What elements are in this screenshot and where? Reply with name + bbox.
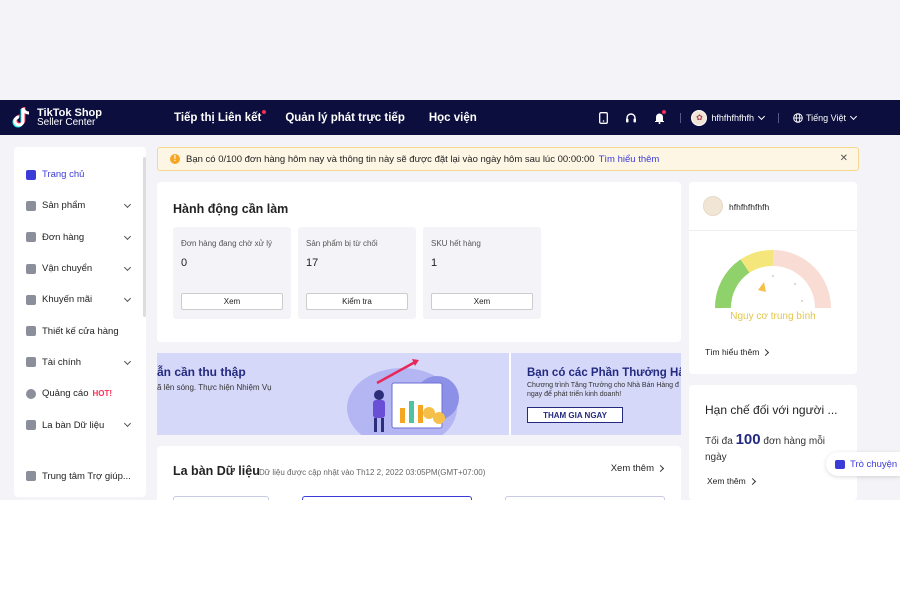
sidebar-item-home[interactable]: Trang chủ (14, 159, 146, 190)
chevron-down-icon (849, 112, 858, 120)
tiktok-note-icon (12, 106, 32, 129)
help-icon (26, 471, 36, 482)
top-margin (0, 0, 900, 100)
user-name: hfhfhfhfhfh (711, 112, 754, 123)
chevron-right-icon (656, 464, 665, 473)
language-label: Tiếng Việt (805, 112, 846, 123)
divider (777, 112, 779, 123)
sidebar-item-store-design[interactable]: Thiết kế cửa hàng (14, 315, 146, 346)
divider (680, 112, 682, 123)
avatar: ✿ (691, 109, 708, 126)
promo-carousel[interactable]: ẫn cần thu thập ã lên sóng. Thực hiện Nh… (157, 353, 681, 435)
chevron-down-icon (757, 112, 766, 120)
limits-see-more-link[interactable]: Xem thêm (707, 476, 756, 486)
banner-text: Bạn có 0/100 đơn hàng hôm nay và thông t… (186, 153, 595, 165)
wallet-icon (26, 357, 36, 368)
chevron-down-icon (123, 295, 132, 303)
chevron-down-icon (123, 357, 132, 365)
learn-more-link[interactable]: Tìm hiểu thêm (705, 347, 770, 357)
chevron-down-icon (123, 420, 132, 428)
sidebar-item-products[interactable]: Sản phẩm (14, 190, 146, 221)
chat-button[interactable]: Trò chuyện (826, 452, 900, 476)
hot-badge: HOT! (92, 389, 113, 399)
nav-academy[interactable]: Học viện (429, 112, 477, 124)
close-icon[interactable]: ✕ (840, 153, 848, 164)
check-rejected-button[interactable]: Kiểm tra (306, 293, 408, 310)
sidebar-item-orders[interactable]: Đơn hàng (14, 222, 146, 253)
risk-level-text: Nguy cơ trung bình (730, 311, 816, 322)
promo-illustration (347, 359, 459, 435)
chevron-right-icon (748, 477, 756, 486)
chevron-down-icon (123, 201, 132, 209)
compass-icon (26, 420, 36, 431)
compass-title: La bàn Dữ liệu (173, 464, 260, 478)
store-icon (26, 326, 36, 337)
nav-live-management[interactable]: Quản lý phát trực tiếp (285, 112, 405, 124)
profile-name: hfhfhfhfhfh (729, 202, 770, 212)
home-icon (26, 169, 36, 180)
chevron-right-icon (762, 348, 770, 357)
promo-right-title: Bạn có các Phần Thưởng Hấp D (527, 367, 681, 379)
sidebar-item-shipping[interactable]: Vận chuyển (14, 253, 146, 284)
notification-dot (262, 109, 267, 114)
ads-icon (26, 388, 36, 399)
sidebar: Trang chủ Sản phẩm Đơn hàng Vận chuyển K… (14, 147, 146, 497)
data-compass-card: La bàn Dữ liệu Dữ liệu được cập nhật vào… (157, 446, 681, 506)
bell-icon[interactable] (652, 109, 667, 125)
sidebar-item-help-center[interactable]: Trung tâm Trợ giúp... (14, 461, 146, 492)
compass-see-more-link[interactable]: Xem thêm (611, 463, 665, 474)
chevron-down-icon (123, 232, 132, 240)
nav-affiliate-marketing[interactable]: Tiếp thị Liên kết (174, 109, 267, 124)
user-menu[interactable]: ✿ hfhfhfhfhfh (691, 109, 766, 126)
promo-left-title: ẫn cần thu thập (157, 365, 246, 379)
tile-out-of-stock: SKU hết hàng 1 Xem (423, 227, 541, 319)
chat-icon (835, 459, 845, 469)
risk-gauge (714, 250, 831, 309)
top-navbar: TikTok Shop Seller Center Tiếp thị Liên … (0, 100, 900, 135)
view-sku-button[interactable]: Xem (431, 293, 533, 310)
truck-icon (26, 263, 36, 274)
sidebar-item-data-compass[interactable]: La bàn Dữ liệu (14, 409, 146, 440)
tile-pending-orders: Đơn hàng đang chờ xử lý 0 Xem (173, 227, 291, 319)
divider (689, 230, 857, 231)
brand-name: TikTok Shop (37, 106, 102, 119)
banner-learn-more-link[interactable]: Tìm hiểu thêm (599, 154, 660, 165)
carousel-divider (509, 353, 511, 435)
sidebar-item-finance[interactable]: Tài chính (14, 347, 146, 378)
account-health-card: hfhfhfhfhfh Nguy cơ trung bình Tìm hiểu … (689, 182, 857, 374)
warning-icon: ! (170, 154, 180, 164)
promo-left-subtitle: ã lên sóng. Thực hiện Nhiệm Vụ (157, 383, 272, 392)
promo-right-subtitle: Chương trình Tăng Trưởng cho Nhà Bán Hàn… (527, 382, 679, 398)
join-now-button[interactable]: THAM GIA NGAY (527, 407, 623, 423)
order-icon (26, 232, 36, 243)
bottom-margin (0, 500, 900, 600)
view-pending-button[interactable]: Xem (181, 293, 283, 310)
limits-text: Tối đa 100 đơn hàng mỗi ngày (705, 431, 825, 464)
sidebar-item-promotions[interactable]: Khuyến mãi (14, 284, 146, 315)
sidebar-item-ads[interactable]: Quảng cáo HOT! (14, 378, 146, 409)
chevron-down-icon (123, 263, 132, 271)
headset-icon[interactable] (624, 111, 638, 125)
limits-title: Hạn chế đối với người ... (705, 403, 838, 417)
tiktok-shop-logo[interactable]: TikTok Shop Seller Center (12, 106, 162, 129)
box-icon (26, 200, 36, 211)
avatar (703, 196, 723, 216)
seller-limits-card: Hạn chế đối với người ... Tối đa 100 đơn… (689, 385, 857, 500)
language-selector[interactable]: Tiếng Việt (793, 112, 858, 123)
compass-updated-text: Dữ liệu được cập nhật vào Th12 2, 2022 0… (259, 468, 486, 477)
globe-icon (793, 112, 803, 123)
notification-dot (662, 109, 667, 114)
actions-card: Hành động cần làm Đơn hàng đang chờ xử l… (157, 182, 681, 342)
phone-icon[interactable] (596, 111, 610, 125)
order-limit-banner: ! Bạn có 0/100 đơn hàng hôm nay và thông… (157, 147, 859, 171)
limits-number: 100 (735, 431, 761, 448)
actions-title: Hành động cần làm (173, 202, 289, 216)
tile-rejected-products: Sản phẩm bị từ chối 17 Kiểm tra (298, 227, 416, 319)
brand-subtitle: Seller Center (37, 116, 96, 128)
megaphone-icon (26, 294, 36, 305)
sidebar-scrollbar[interactable] (143, 157, 146, 317)
